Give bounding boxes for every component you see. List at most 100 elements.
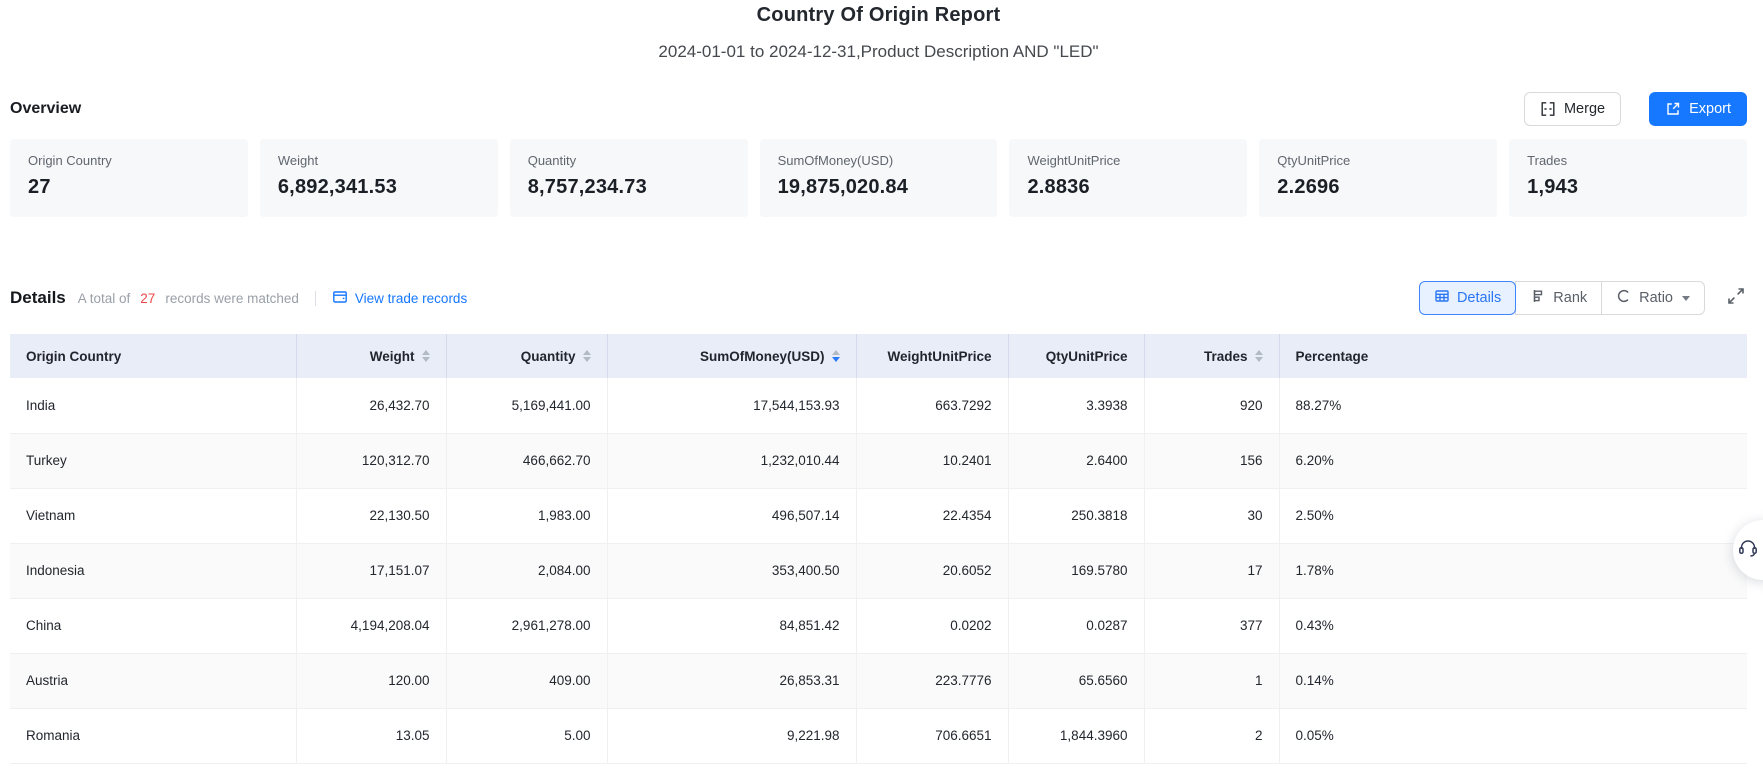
cell-country: China (10, 598, 296, 653)
cell-trades: 156 (1144, 433, 1279, 488)
cell-country: Indonesia (10, 543, 296, 598)
fullscreen-icon (1725, 285, 1747, 312)
table-row: Indonesia 17,151.07 2,084.00 353,400.50 … (10, 543, 1747, 598)
col-header-trades[interactable]: Trades (1144, 334, 1279, 378)
cell-qty-unit-price: 169.5780 (1008, 543, 1144, 598)
overview-heading: Overview (10, 100, 81, 118)
tab-details[interactable]: Details (1419, 281, 1516, 315)
tab-ratio[interactable]: Ratio (1601, 281, 1705, 315)
table-row: Romania 13.05 5.00 9,221.98 706.6651 1,8… (10, 708, 1747, 763)
cell-percentage: 88.27% (1279, 378, 1747, 433)
headset-icon (1735, 535, 1761, 566)
stat-card-qty-unit-price: QtyUnitPrice 2.2696 (1259, 139, 1497, 217)
cell-weight: 13.05 (296, 708, 446, 763)
bar-chart-icon (1530, 288, 1546, 308)
divider (315, 291, 316, 306)
stat-value: 27 (28, 176, 230, 199)
export-button[interactable]: Export (1649, 92, 1747, 126)
cell-weight-unit-price: 10.2401 (856, 433, 1008, 488)
cell-trades: 30 (1144, 488, 1279, 543)
cell-qty-unit-price: 65.6560 (1008, 653, 1144, 708)
cell-sum-of-money: 84,851.42 (607, 598, 856, 653)
cell-weight-unit-price: 663.7292 (856, 378, 1008, 433)
cell-weight-unit-price: 706.6651 (856, 708, 1008, 763)
browser-window-icon (332, 289, 348, 308)
cell-trades: 377 (1144, 598, 1279, 653)
overview-stat-cards: Origin Country 27 Weight 6,892,341.53 Qu… (10, 139, 1747, 217)
table-header-row: Origin Country Weight Quantity SumOfMone… (10, 334, 1747, 378)
stat-label: QtyUnitPrice (1277, 153, 1479, 168)
cell-weight-unit-price: 223.7776 (856, 653, 1008, 708)
table-row: Austria 120.00 409.00 26,853.31 223.7776… (10, 653, 1747, 708)
cell-weight-unit-price: 0.0202 (856, 598, 1008, 653)
col-header-weight[interactable]: Weight (296, 334, 446, 378)
overview-actions: Merge Export (1524, 92, 1747, 126)
cell-weight: 120,312.70 (296, 433, 446, 488)
report-header: Country Of Origin Report 2024-01-01 to 2… (10, 4, 1747, 62)
table-icon (1434, 288, 1450, 308)
export-icon (1665, 101, 1681, 117)
cell-percentage: 0.43% (1279, 598, 1747, 653)
col-header-sum-of-money[interactable]: SumOfMoney(USD) (607, 334, 856, 378)
cell-quantity: 5.00 (446, 708, 607, 763)
stat-label: WeightUnitPrice (1027, 153, 1229, 168)
cell-qty-unit-price: 0.0287 (1008, 598, 1144, 653)
details-bar: Details A total of 27 records were match… (10, 281, 1747, 315)
col-header-quantity[interactable]: Quantity (446, 334, 607, 378)
match-summary: A total of 27 records were matched (78, 291, 299, 306)
details-heading: Details (10, 288, 66, 308)
cell-quantity: 466,662.70 (446, 433, 607, 488)
sort-caret-icon (1255, 350, 1263, 362)
cell-weight: 26,432.70 (296, 378, 446, 433)
merge-cells-icon (1540, 101, 1556, 117)
cell-weight: 4,194,208.04 (296, 598, 446, 653)
page-title: Country Of Origin Report (10, 4, 1747, 27)
col-header-origin-country: Origin Country (10, 334, 296, 378)
table-row: Turkey 120,312.70 466,662.70 1,232,010.4… (10, 433, 1747, 488)
tab-rank[interactable]: Rank (1515, 281, 1602, 315)
table-row: China 4,194,208.04 2,961,278.00 84,851.4… (10, 598, 1747, 653)
cell-weight: 120.00 (296, 653, 446, 708)
col-header-label: QtyUnitPrice (1046, 349, 1128, 364)
stat-value: 2.8836 (1027, 176, 1229, 199)
table-row: Vietnam 22,130.50 1,983.00 496,507.14 22… (10, 488, 1747, 543)
cell-qty-unit-price: 3.3938 (1008, 378, 1144, 433)
stat-card-trades: Trades 1,943 (1509, 139, 1747, 217)
stat-card-weight-unit-price: WeightUnitPrice 2.8836 (1009, 139, 1247, 217)
cell-country: Romania (10, 708, 296, 763)
col-header-percentage: Percentage (1279, 334, 1747, 378)
col-header-label: Percentage (1296, 349, 1369, 364)
cell-qty-unit-price: 250.3818 (1008, 488, 1144, 543)
stat-label: SumOfMoney(USD) (778, 153, 980, 168)
stat-value: 8,757,234.73 (528, 176, 730, 199)
overview-bar: Overview Merge (10, 92, 1747, 126)
cell-weight-unit-price: 20.6052 (856, 543, 1008, 598)
cell-trades: 17 (1144, 543, 1279, 598)
cell-sum-of-money: 1,232,010.44 (607, 433, 856, 488)
col-header-label: Weight (370, 349, 415, 364)
tab-ratio-label: Ratio (1639, 290, 1673, 306)
match-summary-suffix: records were matched (165, 291, 299, 306)
cell-trades: 920 (1144, 378, 1279, 433)
col-header-label: SumOfMoney(USD) (700, 349, 825, 364)
cell-sum-of-money: 26,853.31 (607, 653, 856, 708)
cell-percentage: 0.05% (1279, 708, 1747, 763)
view-trade-records-link[interactable]: View trade records (332, 289, 467, 308)
cell-percentage: 1.78% (1279, 543, 1747, 598)
stat-label: Weight (278, 153, 480, 168)
merge-button[interactable]: Merge (1524, 92, 1621, 126)
tab-details-label: Details (1457, 290, 1501, 306)
export-button-label: Export (1689, 101, 1731, 117)
view-tabs: Details Rank (1419, 281, 1705, 315)
stat-value: 19,875,020.84 (778, 176, 980, 199)
view-switch: Details Rank (1419, 281, 1747, 315)
view-trade-records-label: View trade records (355, 291, 467, 306)
chevron-down-icon (1682, 296, 1690, 301)
sort-caret-icon (422, 350, 430, 362)
table-row: India 26,432.70 5,169,441.00 17,544,153.… (10, 378, 1747, 433)
stat-value: 2.2696 (1277, 176, 1479, 199)
cell-trades: 2 (1144, 708, 1279, 763)
fullscreen-button[interactable] (1725, 285, 1747, 312)
match-summary-prefix: A total of (78, 291, 131, 306)
col-header-label: Quantity (521, 349, 576, 364)
